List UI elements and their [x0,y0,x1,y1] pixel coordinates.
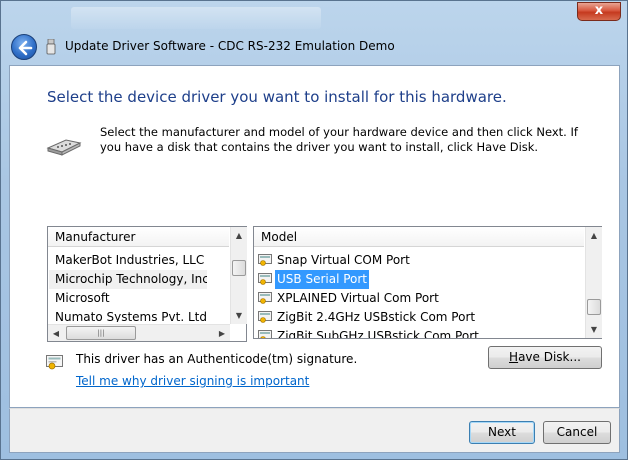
manufacturer-listbox[interactable]: Manufacturer MakerBot Industries, LLC Mi… [47,226,247,342]
certified-driver-icon [258,273,272,285]
certificate-icon [46,355,63,370]
dialog-window: x Update Driver Software - CDC RS-232 Em… [0,0,628,460]
model-item-2[interactable]: XPLAINED Virtual Com Port [258,289,584,308]
model-item-3[interactable]: ZigBit 2.4GHz USBstick Com Port [258,308,584,327]
close-button[interactable]: x [577,2,621,21]
manufacturer-item-1-selected[interactable]: Microchip Technology, Inc. [49,270,207,289]
scroll-up-arrow-icon[interactable]: ▲ [586,227,602,244]
title-bar[interactable]: x [1,1,627,31]
model-item-4[interactable]: ZigBit SubGHz USBstick Com Port [258,327,584,338]
serial-port-device-icon [46,139,82,156]
cancel-button[interactable]: Cancel [543,421,611,444]
instruction-text: Select the manufacturer and model of you… [100,125,578,154]
manufacturer-item-2[interactable]: Microsoft [49,289,229,308]
manufacturer-item-0[interactable]: MakerBot Industries, LLC [49,251,229,270]
manufacturer-vertical-scrollbar[interactable]: ▲ ▼ [230,227,247,324]
driver-signing-help-link[interactable]: Tell me why driver signing is important [76,374,309,388]
wizard-nav-bar: Update Driver Software - CDC RS-232 Emul… [1,31,627,65]
manufacturer-column-header[interactable]: Manufacturer [48,227,229,247]
scroll-up-arrow-icon[interactable]: ▲ [231,227,247,244]
signature-status-text: This driver has an Authenticode(tm) sign… [76,352,358,366]
manufacturer-hscroll-thumb[interactable]: ||| [66,326,136,340]
model-vertical-scrollbar[interactable]: ▲ ▼ [585,227,602,338]
usb-plug-icon [46,39,56,55]
manufacturer-horizontal-scrollbar[interactable]: ◀ ||| ▶ [48,324,230,341]
window-title: Update Driver Software - CDC RS-232 Emul… [65,39,395,53]
wizard-footer: Next Cancel [9,408,620,453]
model-vscroll-thumb[interactable] [587,299,601,315]
background-window-ghost [71,7,321,29]
scroll-right-arrow-icon[interactable]: ▶ [214,325,230,342]
wizard-content: Select the device driver you want to ins… [9,65,620,408]
certified-driver-icon [258,330,272,338]
certified-driver-icon [258,292,272,304]
have-disk-button[interactable]: Have Disk... [488,346,602,369]
scroll-down-arrow-icon[interactable]: ▼ [231,307,247,324]
page-heading: Select the device driver you want to ins… [47,88,507,106]
certified-driver-icon [258,254,272,266]
model-listbox[interactable]: Model Snap Virtual COM Port USB Serial P… [253,226,602,339]
manufacturer-item-3[interactable]: Numato Systems Pvt. Ltd [49,308,229,322]
scroll-left-arrow-icon[interactable]: ◀ [48,325,64,342]
scroll-down-arrow-icon[interactable]: ▼ [586,321,602,338]
next-button[interactable]: Next [469,421,535,444]
model-item-1-selected[interactable]: USB Serial Port [258,270,584,289]
certified-driver-icon [258,311,272,323]
back-arrow-icon [18,40,33,56]
model-item-0[interactable]: Snap Virtual COM Port [258,251,584,270]
model-column-header[interactable]: Model [254,227,584,247]
manufacturer-vscroll-thumb[interactable] [232,260,246,276]
back-button[interactable] [11,34,37,60]
